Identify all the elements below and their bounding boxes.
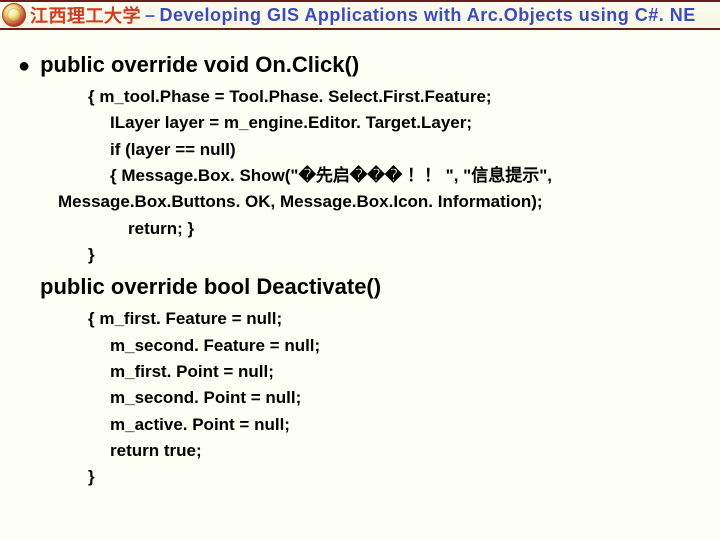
bullet-icon: ● (18, 56, 30, 76)
header-dash: – (145, 5, 156, 26)
code-line: return true; (110, 438, 702, 464)
code-block-deactivate: { m_first. Feature = null; m_second. Fea… (88, 306, 702, 490)
code-line: m_second. Feature = null; (110, 333, 702, 359)
method-signature-onclick: public override void On.Click() (40, 52, 359, 78)
code-line: return; } (128, 216, 702, 242)
code-line: { m_first. Feature = null; (88, 306, 702, 332)
code-line: m_first. Point = null; (110, 359, 702, 385)
code-line: } (88, 464, 702, 490)
slide-title: Developing GIS Applications with Arc.Obj… (160, 5, 696, 26)
code-line: m_active. Point = null; (110, 412, 702, 438)
code-line: m_second. Point = null; (110, 385, 702, 411)
code-line: { Message.Box. Show("�先启��� ！！ ", "信息提示"… (110, 163, 702, 189)
code-line: ILayer layer = m_engine.Editor. Target.L… (110, 110, 702, 136)
slide-header: 江西理工大学 – Developing GIS Applications wit… (0, 0, 720, 30)
university-name: 江西理工大学 (30, 2, 141, 28)
code-line: } (88, 242, 702, 268)
code-line: Message.Box.Buttons. OK, Message.Box.Ico… (58, 189, 702, 215)
code-block-onclick: { m_tool.Phase = Tool.Phase. Select.Firs… (88, 84, 702, 268)
code-line: if (layer == null) (110, 137, 702, 163)
university-logo-icon (2, 3, 26, 27)
bullet-row-onclick: ● public override void On.Click() (18, 52, 702, 78)
slide-content: ● public override void On.Click() { m_to… (0, 30, 720, 491)
method-signature-deactivate: public override bool Deactivate() (40, 274, 702, 300)
code-line: { m_tool.Phase = Tool.Phase. Select.Firs… (88, 84, 702, 110)
